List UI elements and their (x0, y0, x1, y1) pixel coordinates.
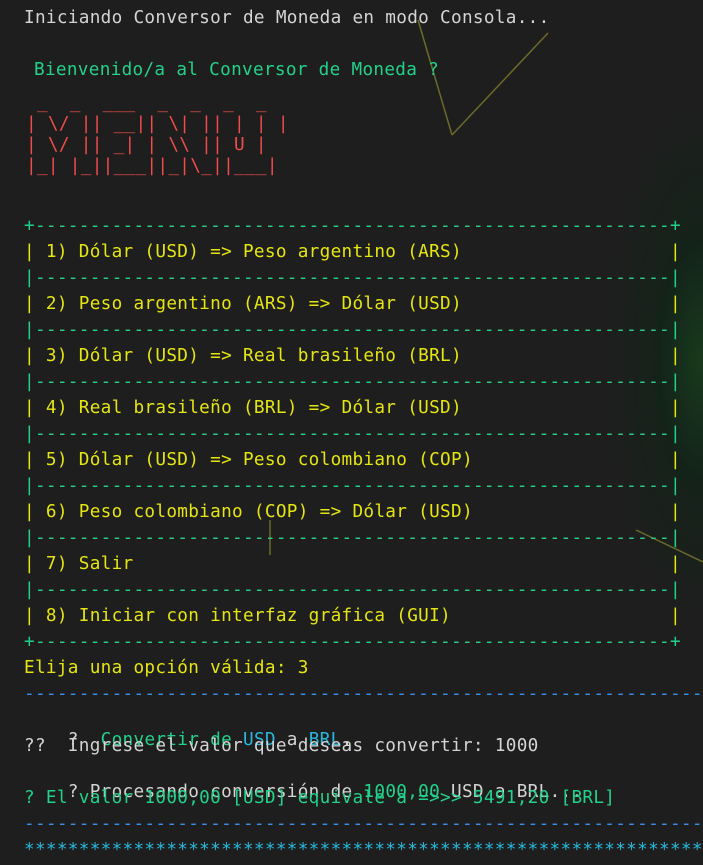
menu-separator: |---------------------------------------… (24, 476, 681, 496)
welcome-message: Bienvenido/a al Conversor de Moneda ? (34, 60, 440, 80)
menu-item-4: | 4) Real brasileño (BRL) => Dólar (USD)… (24, 398, 681, 418)
convert-line: ? Convertir de USD a BRL. (24, 710, 353, 750)
menu-item-8: | 8) Iniciar con interfaz gráfica (GUI) … (24, 606, 681, 626)
dash-divider-top: ----------------------------------------… (24, 684, 703, 704)
result-line: ? El valor 1000,00 [USD] equivale a =>>>… (24, 788, 616, 808)
menu-border-bottom: +---------------------------------------… (24, 632, 681, 652)
enter-value-line: ?? Ingrese el valor que deseas convertir… (24, 736, 539, 756)
menu-item-7: | 7) Salir | (24, 554, 681, 574)
menu-separator: |---------------------------------------… (24, 580, 681, 600)
menu-border-top: +---------------------------------------… (24, 216, 681, 236)
menu-separator: |---------------------------------------… (24, 372, 681, 392)
decor-line-2 (451, 32, 549, 136)
menu-item-3: | 3) Dólar (USD) => Real brasileño (BRL)… (24, 346, 681, 366)
processing-line: ? Procesando conversión de 1000,00 USD a… (24, 762, 582, 802)
menu-separator: |---------------------------------------… (24, 268, 681, 288)
starting-message: Iniciando Conversor de Moneda en modo Co… (24, 8, 550, 28)
terminal-window[interactable]: Iniciando Conversor de Moneda en modo Co… (0, 0, 703, 865)
menu-ascii-banner: _ _ ___ _ _ _ _ | \/ || __|| \| || | | |… (26, 93, 289, 176)
menu-item-2: | 2) Peso argentino (ARS) => Dólar (USD)… (24, 294, 681, 314)
dash-divider-bottom: ----------------------------------------… (24, 814, 703, 834)
option-prompt: Elija una opción válida: 3 (24, 658, 309, 678)
menu-separator: |---------------------------------------… (24, 424, 681, 444)
menu-separator: |---------------------------------------… (24, 528, 681, 548)
menu-item-5: | 5) Dólar (USD) => Peso colombiano (COP… (24, 450, 681, 470)
menu-item-1: | 1) Dólar (USD) => Peso argentino (ARS)… (24, 242, 681, 262)
star-divider: ****************************************… (24, 840, 703, 860)
menu-separator: |---------------------------------------… (24, 320, 681, 340)
menu-item-6: | 6) Peso colombiano (COP) => Dólar (USD… (24, 502, 681, 522)
